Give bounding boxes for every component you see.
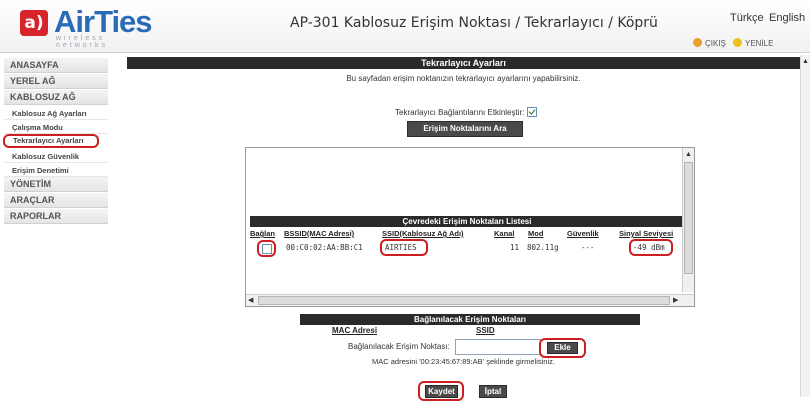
connect-col-mac: MAC Adresi bbox=[332, 326, 378, 335]
add-ap-label: Bağlanılacak Erişim Noktası: bbox=[348, 342, 450, 351]
main-content: Tekrarlayıcı Ayarları Bu sayfadan erişim… bbox=[127, 57, 800, 401]
nav-kablosuz-guvenlik[interactable]: Kablosuz Güvenlik bbox=[4, 150, 108, 163]
scroll-up-icon[interactable]: ▲ bbox=[685, 150, 692, 159]
page-scrollbar[interactable]: ▲ bbox=[800, 55, 810, 397]
nav-tekrarlayici-ayarlari[interactable]: Tekrarlayıcı Ayarları bbox=[3, 134, 99, 148]
nav-anasayfa[interactable]: ANASAYFA bbox=[4, 58, 108, 73]
refresh-icon bbox=[733, 38, 742, 47]
col-kanal: Kanal bbox=[494, 229, 515, 238]
lang-turkish-link[interactable]: Türkçe bbox=[730, 12, 764, 24]
exit-button[interactable]: ÇIKIŞ bbox=[693, 38, 726, 48]
exit-label: ÇIKIŞ bbox=[705, 39, 726, 48]
scroll-left-icon[interactable]: ◀ bbox=[248, 296, 253, 305]
refresh-label: YENİLE bbox=[745, 39, 774, 48]
connect-col-ssid: SSID bbox=[476, 326, 495, 335]
search-access-points-button[interactable]: Erişim Noktalarını Ara bbox=[407, 121, 523, 137]
page-scroll-up-icon[interactable]: ▲ bbox=[802, 57, 809, 66]
col-bssid: BSSID(MAC Adresi) bbox=[284, 229, 355, 238]
mac-format-hint: MAC adresini '00:23:45:67:89:AB' şeklind… bbox=[372, 357, 555, 366]
exit-icon bbox=[693, 38, 702, 47]
add-button[interactable]: Ekle bbox=[547, 342, 578, 354]
row-select-checkbox[interactable] bbox=[262, 244, 272, 254]
logo-subtitle: wireless networks bbox=[56, 35, 109, 49]
row-select-highlight bbox=[257, 240, 276, 257]
section-title: Tekrarlayıcı Ayarları bbox=[127, 57, 800, 69]
enable-repeater-checkbox[interactable] bbox=[526, 107, 537, 117]
info-text: Bu sayfadan erişim noktanızın tekrarlayı… bbox=[346, 74, 581, 83]
vscroll-thumb[interactable] bbox=[684, 162, 693, 274]
airties-logo: a) AirTies wireless networks bbox=[20, 4, 153, 49]
scroll-right-icon[interactable]: ▶ bbox=[673, 296, 678, 305]
row-sinyal: -49 dBm bbox=[633, 243, 665, 252]
row-guvenlik: --- bbox=[581, 243, 595, 252]
col-mod: Mod bbox=[528, 229, 544, 238]
nav-calisma-modu[interactable]: Çalışma Modu bbox=[4, 121, 108, 134]
col-ssid: SSID(Kablosuz Ağ Adı) bbox=[382, 229, 464, 238]
nav-yerel-ag[interactable]: YEREL AĞ bbox=[4, 74, 108, 89]
col-baglan: Bağlan bbox=[250, 229, 276, 238]
nav-kablosuz-ag[interactable]: KABLOSUZ AĞ bbox=[4, 90, 108, 105]
nav-raporlar[interactable]: RAPORLAR bbox=[4, 209, 108, 224]
nav-kablosuz-ag-ayarlari[interactable]: Kablosuz Ağ Ayarları bbox=[4, 107, 108, 120]
sidebar: ANASAYFA YEREL AĞ KABLOSUZ AĞ Kablosuz A… bbox=[0, 55, 108, 397]
lang-english-link[interactable]: English bbox=[769, 12, 805, 24]
save-button[interactable]: Kaydet bbox=[425, 385, 458, 398]
enable-repeater-row: Tekrarlayıcı Bağlantılarını Etkinleştir: bbox=[395, 107, 537, 117]
row-kanal: 11 bbox=[510, 243, 520, 252]
ap-list-horizontal-scrollbar[interactable]: ◀ ▶ bbox=[246, 294, 694, 306]
col-guvenlik: Güvenlik bbox=[567, 229, 599, 238]
row-bssid: 00:C0:02:AA:BB:C1 bbox=[286, 243, 363, 252]
row-ssid: AIRTIES bbox=[385, 243, 417, 252]
top-bar: a) AirTies wireless networks AP-301 Kabl… bbox=[0, 0, 810, 53]
add-button-highlight: Ekle bbox=[539, 338, 586, 358]
access-point-list-panel: Çevredeki Erişim Noktaları Listesi Bağla… bbox=[245, 147, 695, 307]
nav-erisim-denetimi[interactable]: Erişim Denetimi bbox=[4, 164, 108, 177]
connect-list-title: Bağlanılacak Erişim Noktaları bbox=[300, 314, 640, 325]
row-mod: 802.11g bbox=[527, 243, 559, 252]
ap-list-title: Çevredeki Erişim Noktaları Listesi bbox=[250, 216, 684, 227]
refresh-button[interactable]: YENİLE bbox=[733, 38, 773, 48]
save-button-highlight: Kaydet bbox=[418, 381, 464, 401]
page-title: AP-301 Kablosuz Erişim Noktası / Tekrarl… bbox=[290, 15, 658, 31]
nav-araclar[interactable]: ARAÇLAR bbox=[4, 193, 108, 208]
ap-list-vertical-scrollbar[interactable]: ▲ bbox=[682, 148, 694, 292]
cancel-button[interactable]: İptal bbox=[479, 385, 507, 398]
logo-mark-icon: a) bbox=[20, 10, 48, 36]
enable-repeater-label: Tekrarlayıcı Bağlantılarını Etkinleştir: bbox=[395, 108, 525, 117]
add-ap-input[interactable] bbox=[455, 339, 541, 355]
hscroll-thumb[interactable] bbox=[258, 296, 670, 305]
col-sinyal: Sinyal Seviyesi bbox=[619, 229, 674, 238]
nav-yonetim[interactable]: YÖNETİM bbox=[4, 177, 108, 192]
